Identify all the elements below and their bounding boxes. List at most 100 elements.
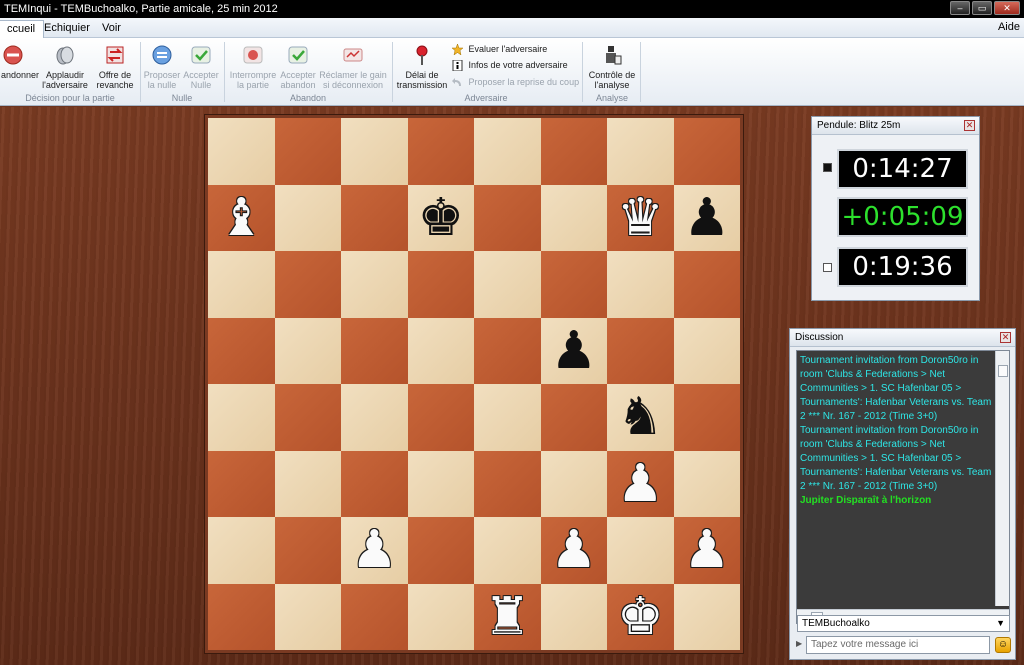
square-d8[interactable]	[407, 118, 474, 185]
square-e8[interactable]	[474, 118, 541, 185]
message-input[interactable]: Tapez votre message ici	[806, 636, 990, 654]
square-a2[interactable]	[208, 517, 275, 584]
square-d1[interactable]	[407, 583, 474, 650]
square-h4[interactable]	[673, 384, 740, 451]
square-a5[interactable]	[208, 317, 275, 384]
white-king-icon[interactable]: ♚	[617, 591, 664, 643]
minimize-button[interactable]: –	[950, 1, 970, 15]
square-g7[interactable]: ♛	[607, 184, 674, 251]
square-f4[interactable]	[540, 384, 607, 451]
square-f7[interactable]	[540, 184, 607, 251]
square-f6[interactable]	[540, 251, 607, 318]
black-king-icon[interactable]: ♚	[417, 192, 464, 244]
square-d6[interactable]	[407, 251, 474, 318]
black-knight-icon[interactable]: ♞	[617, 391, 664, 443]
white-pawn-icon[interactable]: ♟	[550, 524, 597, 576]
close-icon[interactable]: ✕	[1000, 332, 1011, 343]
square-g5[interactable]	[607, 317, 674, 384]
square-b1[interactable]	[274, 583, 341, 650]
square-a8[interactable]	[208, 118, 275, 185]
help-menu[interactable]: Aide	[998, 21, 1020, 33]
square-g2[interactable]	[607, 517, 674, 584]
square-c2[interactable]: ♟	[341, 517, 408, 584]
square-d4[interactable]	[407, 384, 474, 451]
square-b6[interactable]	[274, 251, 341, 318]
square-h3[interactable]	[673, 450, 740, 517]
square-a6[interactable]	[208, 251, 275, 318]
tab-voir[interactable]: Voir	[94, 20, 129, 38]
square-f3[interactable]	[540, 450, 607, 517]
square-e4[interactable]	[474, 384, 541, 451]
square-g1[interactable]: ♚	[607, 583, 674, 650]
square-h1[interactable]	[673, 583, 740, 650]
accept-draw-button[interactable]: Accepter Nulle	[182, 44, 220, 90]
white-rook-icon[interactable]: ♜	[484, 591, 531, 643]
square-c5[interactable]	[341, 317, 408, 384]
vertical-scrollbar[interactable]	[995, 351, 1009, 606]
transmission-delay-button[interactable]: Délai de transmission	[395, 44, 449, 90]
square-c8[interactable]	[341, 118, 408, 185]
close-button[interactable]: ✕	[994, 1, 1020, 15]
tab-echiquier[interactable]: Echiquier	[36, 20, 98, 38]
white-queen-icon[interactable]: ♛	[617, 192, 664, 244]
white-pawn-icon[interactable]: ♟	[617, 458, 664, 510]
square-g8[interactable]	[607, 118, 674, 185]
square-h7[interactable]: ♟	[673, 184, 740, 251]
square-e2[interactable]	[474, 517, 541, 584]
square-a4[interactable]	[208, 384, 275, 451]
square-d7[interactable]: ♚	[407, 184, 474, 251]
square-c7[interactable]	[341, 184, 408, 251]
smiley-icon[interactable]: ☺	[995, 637, 1011, 653]
white-bishop-icon[interactable]: ♝	[218, 192, 265, 244]
chat-log[interactable]: Tournament invitation from Doron50ro in …	[796, 350, 1010, 624]
square-h5[interactable]	[673, 317, 740, 384]
propose-draw-button[interactable]: Proposer la nulle	[143, 44, 181, 90]
square-a1[interactable]	[208, 583, 275, 650]
interrupt-button[interactable]: Interrompre la partie	[228, 44, 278, 90]
square-e3[interactable]	[474, 450, 541, 517]
recipient-select[interactable]: TEMBuchoalko ▼	[797, 615, 1010, 632]
square-f1[interactable]	[540, 583, 607, 650]
square-a3[interactable]	[208, 450, 275, 517]
white-pawn-icon[interactable]: ♟	[683, 524, 730, 576]
resign-button[interactable]: andonner	[0, 44, 40, 80]
square-c1[interactable]	[341, 583, 408, 650]
square-c4[interactable]	[341, 384, 408, 451]
square-e1[interactable]: ♜	[474, 583, 541, 650]
square-e6[interactable]	[474, 251, 541, 318]
square-b4[interactable]	[274, 384, 341, 451]
square-f2[interactable]: ♟	[540, 517, 607, 584]
square-g6[interactable]	[607, 251, 674, 318]
square-d5[interactable]	[407, 317, 474, 384]
square-b8[interactable]	[274, 118, 341, 185]
square-b5[interactable]	[274, 317, 341, 384]
square-e5[interactable]	[474, 317, 541, 384]
square-d2[interactable]	[407, 517, 474, 584]
evaluate-opponent-button[interactable]: Evaluer l'adversaire	[451, 42, 547, 56]
square-f8[interactable]	[540, 118, 607, 185]
square-c3[interactable]	[341, 450, 408, 517]
square-e7[interactable]	[474, 184, 541, 251]
maximize-button[interactable]: ▭	[972, 1, 992, 15]
square-d3[interactable]	[407, 450, 474, 517]
square-g4[interactable]: ♞	[607, 384, 674, 451]
square-b3[interactable]	[274, 450, 341, 517]
black-pawn-icon[interactable]: ♟	[683, 192, 730, 244]
chessboard[interactable]: ♝ ♚ ♛ ♟ ♟ ♞ ♟ ♟ ♟ ♟ ♜ ♚	[208, 118, 740, 650]
square-h8[interactable]	[673, 118, 740, 185]
accept-abandon-button[interactable]: Accepter abandon	[279, 44, 317, 90]
claim-win-button[interactable]: Réclamer le gain si déconnexion	[318, 44, 388, 90]
black-pawn-icon[interactable]: ♟	[550, 325, 597, 377]
square-h6[interactable]	[673, 251, 740, 318]
analysis-control-button[interactable]: Contrôle de l'analyse	[586, 44, 638, 90]
square-f5[interactable]: ♟	[540, 317, 607, 384]
rematch-button[interactable]: Offre de revanche	[93, 44, 137, 90]
scroll-thumb[interactable]	[998, 365, 1008, 377]
square-c6[interactable]	[341, 251, 408, 318]
white-pawn-icon[interactable]: ♟	[351, 524, 398, 576]
square-a7[interactable]: ♝	[208, 184, 275, 251]
square-h2[interactable]: ♟	[673, 517, 740, 584]
square-b2[interactable]	[274, 517, 341, 584]
square-g3[interactable]: ♟	[607, 450, 674, 517]
opponent-info-button[interactable]: Infos de votre adversaire	[452, 58, 568, 72]
